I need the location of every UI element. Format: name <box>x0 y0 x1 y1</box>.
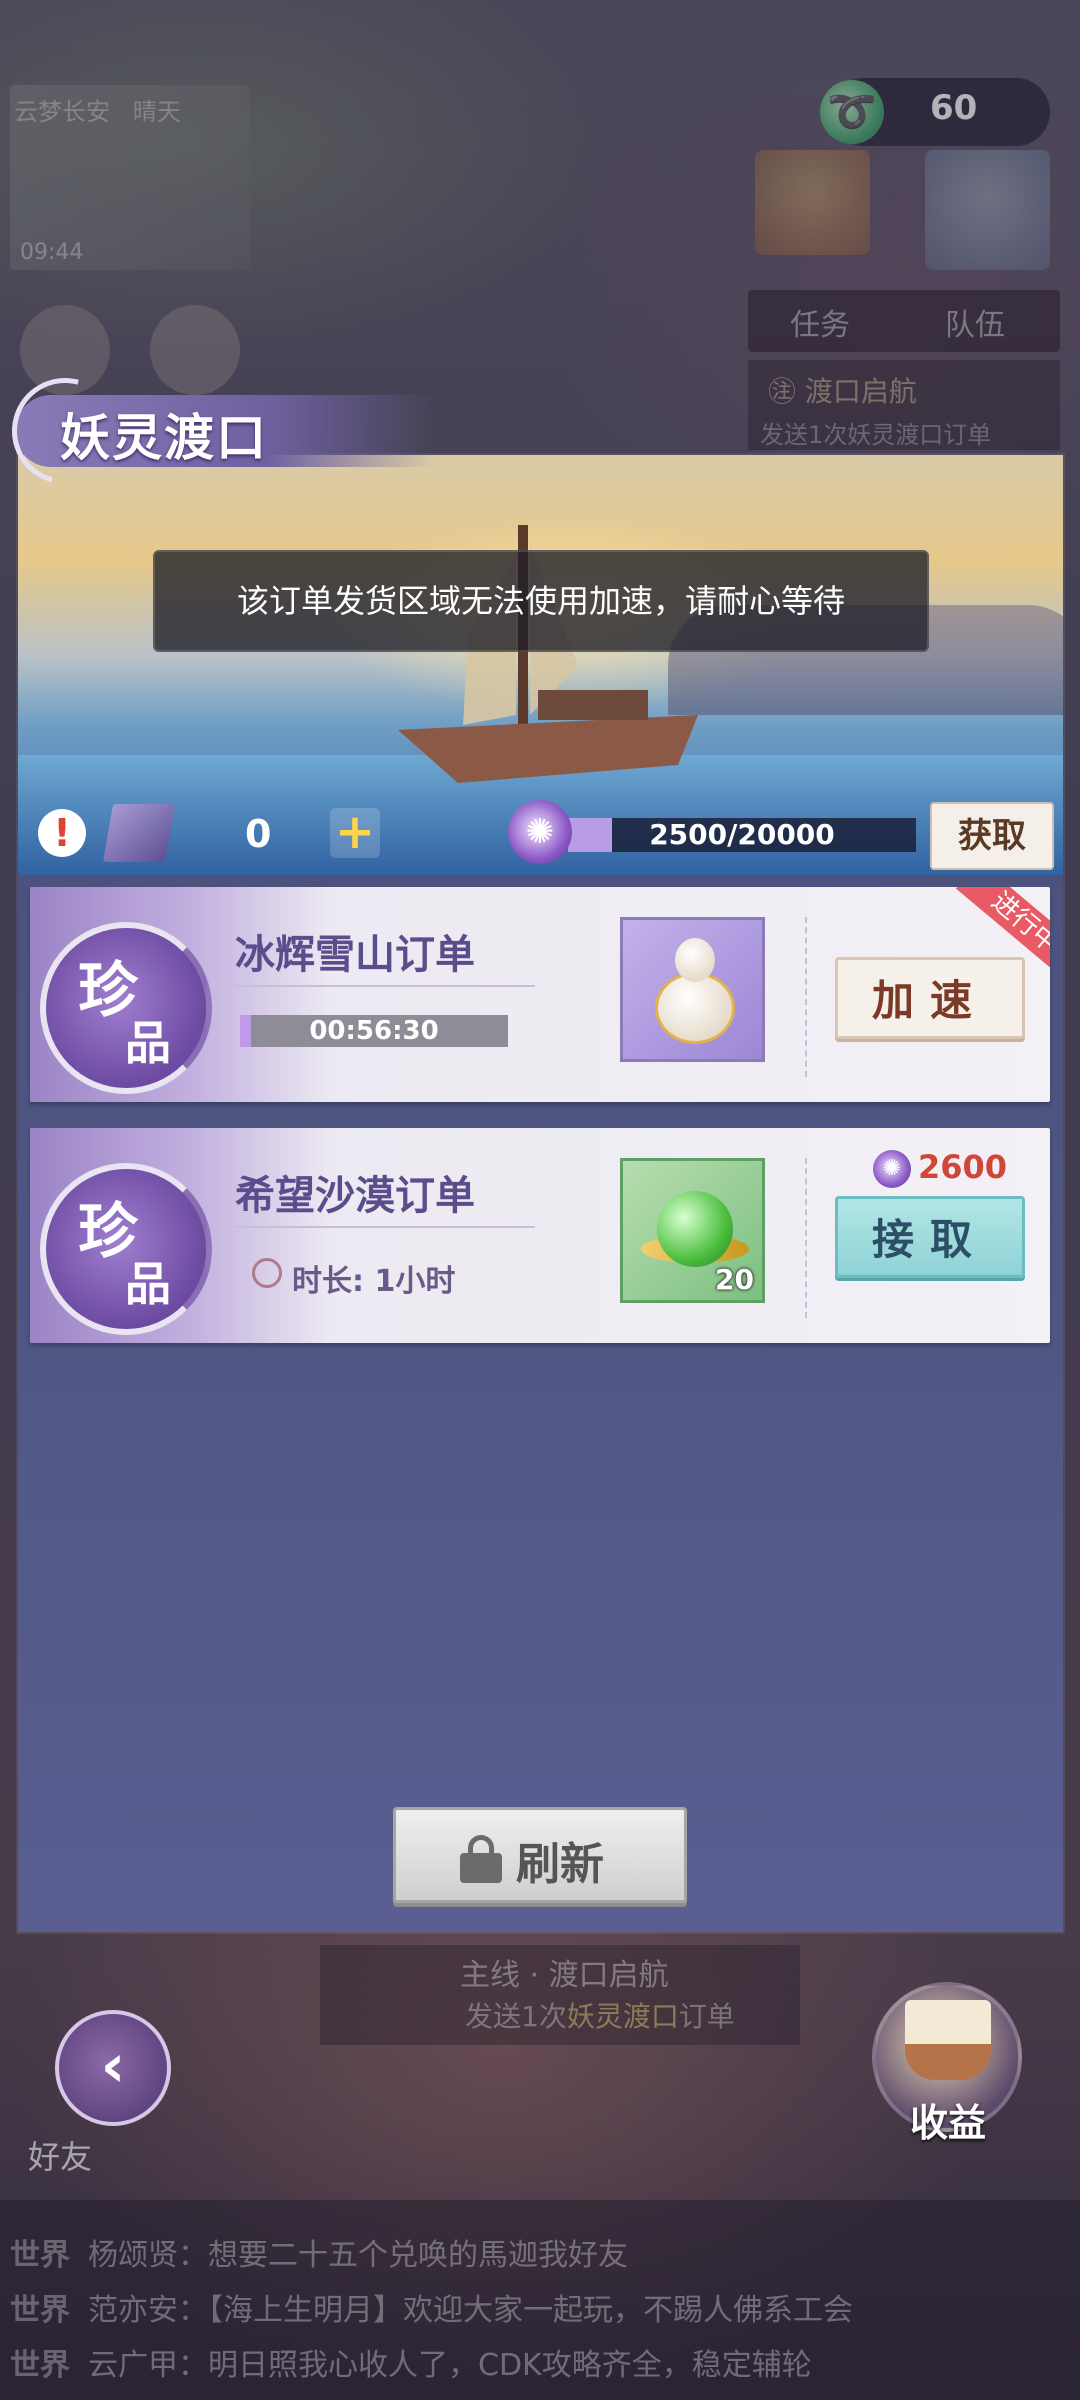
refresh-label: 刷新 <box>516 1839 604 1890</box>
gourd-icon <box>651 938 739 1046</box>
friends-label[interactable]: 好友 <box>28 2132 92 2178</box>
order-card: 珍 品 希望沙漠订单 时长: 1小时 20 ✺ 2600 接取 <box>30 1128 1050 1343</box>
order-duration: 时长: 1小时 <box>292 1264 456 1299</box>
reward-quantity: 20 <box>715 1263 754 1296</box>
toast-message: 该订单发货区域无法使用加速，请耐心等待 <box>153 550 929 652</box>
clock-icon <box>252 1258 282 1288</box>
info-exclamation-icon[interactable]: ! <box>38 809 86 857</box>
back-button[interactable]: ‹ <box>55 2010 171 2126</box>
order-name: 希望沙漠订单 <box>235 1173 475 1219</box>
order-name: 冰辉雪山订单 <box>235 932 475 978</box>
spirit-swirl-icon: ✺ <box>508 800 572 864</box>
add-ticket-button[interactable]: + <box>330 808 380 858</box>
reward-slot[interactable]: 20 <box>620 1158 765 1303</box>
income-label: 收益 <box>910 2101 987 2145</box>
reward-slot[interactable] <box>620 917 765 1062</box>
ticket-count: 0 <box>245 812 272 856</box>
accept-button[interactable]: 接取 <box>835 1196 1025 1278</box>
ship-icon <box>905 2000 991 2080</box>
speed-up-button[interactable]: 加速 <box>835 957 1025 1039</box>
spirit-swirl-icon: ✺ <box>873 1150 911 1188</box>
order-cost: 2600 <box>918 1148 1008 1186</box>
lock-icon <box>460 1835 502 1883</box>
rarity-label: 品 <box>125 1016 171 1070</box>
order-ticket-icon <box>102 804 176 862</box>
order-card: 珍 品 冰辉雪山订单 00:56:30 加速 进行中 <box>30 887 1050 1102</box>
rarity-label: 品 <box>125 1257 171 1311</box>
spirit-progress-text: 2500/20000 <box>649 818 835 851</box>
order-timer: 00:56:30 <box>309 1016 439 1046</box>
panel-title: 妖灵渡口 <box>60 409 268 467</box>
get-button[interactable]: 获取 <box>930 802 1054 870</box>
